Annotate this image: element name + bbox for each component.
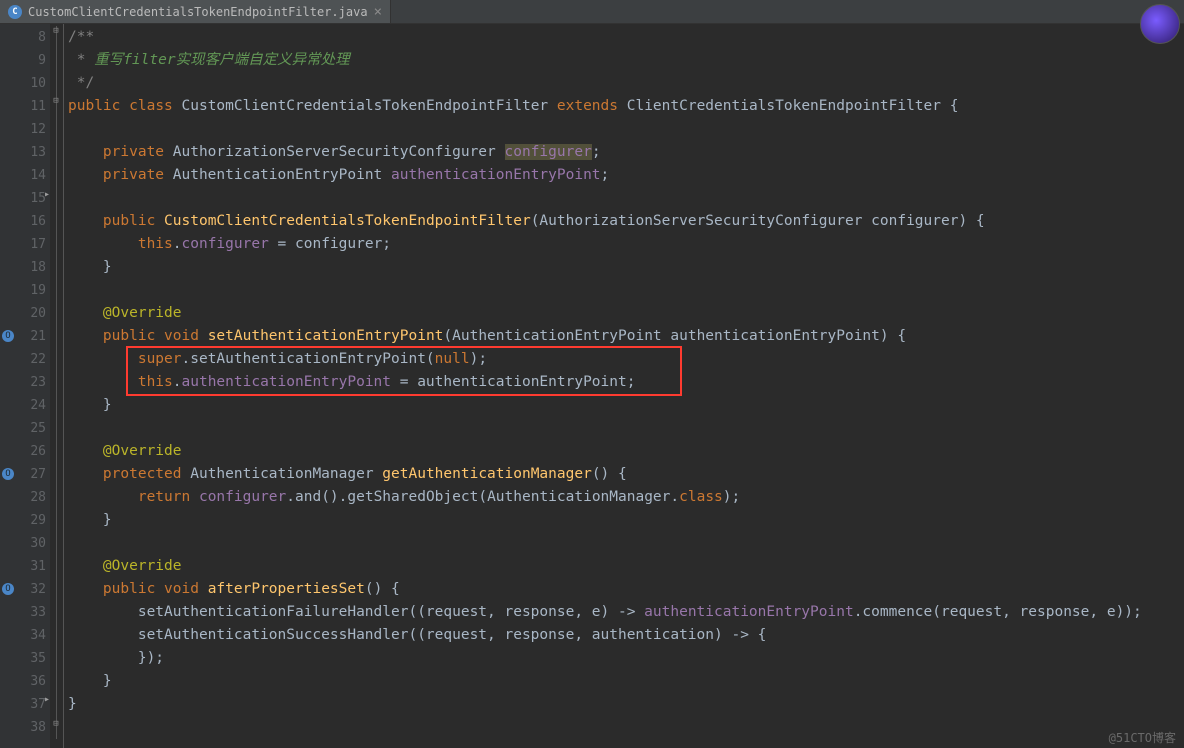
fold-column[interactable]: ⊟ ⊟ ⊟ (50, 24, 64, 748)
line-number: 37 (0, 693, 46, 716)
line-number: 18 (0, 256, 46, 279)
code-line[interactable]: } (64, 693, 1184, 716)
editor-tab[interactable]: C CustomClientCredentialsTokenEndpointFi… (0, 0, 391, 23)
code-line[interactable]: return configurer.and().getSharedObject(… (64, 486, 1184, 509)
override-gutter-icon[interactable]: O (2, 330, 14, 342)
line-number: 14 (0, 164, 46, 187)
line-number: 19 (0, 279, 46, 302)
code-line[interactable]: public void setAuthenticationEntryPoint(… (64, 325, 1184, 348)
override-gutter-icon[interactable]: O (2, 583, 14, 595)
line-number: 38 (0, 716, 46, 739)
java-class-icon: C (8, 5, 22, 19)
code-line[interactable] (64, 716, 1184, 739)
line-number: 33 (0, 601, 46, 624)
code-line[interactable]: public class CustomClientCredentialsToke… (64, 95, 1184, 118)
fold-toggle-icon[interactable]: ⊟ (51, 26, 61, 34)
code-line[interactable]: } (64, 509, 1184, 532)
fold-toggle-icon[interactable]: ⊟ (51, 719, 61, 727)
code-line[interactable]: }); (64, 647, 1184, 670)
line-number: 21O (0, 325, 46, 348)
code-line[interactable]: private AuthorizationServerSecurityConfi… (64, 141, 1184, 164)
tab-filename: CustomClientCredentialsTokenEndpointFilt… (28, 5, 368, 19)
line-number: 12 (0, 118, 46, 141)
code-line[interactable]: @Override (64, 302, 1184, 325)
line-number: 11 (0, 95, 46, 118)
line-number: 28 (0, 486, 46, 509)
line-number: 15 (0, 187, 46, 210)
line-number: 16 (0, 210, 46, 233)
line-number: 22 (0, 348, 46, 371)
code-line[interactable]: protected AuthenticationManager getAuthe… (64, 463, 1184, 486)
line-number: 35 (0, 647, 46, 670)
code-line[interactable] (64, 118, 1184, 141)
code-line[interactable]: this.configurer = configurer; (64, 233, 1184, 256)
line-number: 24 (0, 394, 46, 417)
line-number-gutter[interactable]: 89101112131415161718192021O222324252627O… (0, 24, 50, 748)
code-line[interactable]: private AuthenticationEntryPoint authent… (64, 164, 1184, 187)
line-number: 10 (0, 72, 46, 95)
line-number: 31 (0, 555, 46, 578)
code-line[interactable]: * 重写filter实现客户端自定义异常处理 (64, 49, 1184, 72)
code-line[interactable]: @Override (64, 440, 1184, 463)
line-number: 20 (0, 302, 46, 325)
line-number: 9 (0, 49, 46, 72)
line-number: 25 (0, 417, 46, 440)
gutter-collapse-icon[interactable]: ▸ (44, 694, 50, 705)
code-line[interactable]: setAuthenticationSuccessHandler((request… (64, 624, 1184, 647)
code-line[interactable] (64, 279, 1184, 302)
gutter-collapse-icon[interactable]: ▸ (44, 189, 50, 200)
line-number: 27O (0, 463, 46, 486)
code-line[interactable] (64, 417, 1184, 440)
line-number: 36 (0, 670, 46, 693)
highlight-annotation-box (126, 346, 682, 396)
line-number: 29 (0, 509, 46, 532)
code-line[interactable]: } (64, 394, 1184, 417)
code-line[interactable]: } (64, 670, 1184, 693)
code-line[interactable] (64, 187, 1184, 210)
override-gutter-icon[interactable]: O (2, 468, 14, 480)
line-number: 8 (0, 26, 46, 49)
code-line[interactable]: setAuthenticationFailureHandler((request… (64, 601, 1184, 624)
avatar[interactable] (1140, 4, 1180, 44)
code-line[interactable] (64, 532, 1184, 555)
tab-bar: C CustomClientCredentialsTokenEndpointFi… (0, 0, 1184, 24)
code-line[interactable]: public CustomClientCredentialsTokenEndpo… (64, 210, 1184, 233)
line-number: 34 (0, 624, 46, 647)
code-line[interactable]: } (64, 256, 1184, 279)
line-number: 32O (0, 578, 46, 601)
code-line[interactable]: /** (64, 26, 1184, 49)
editor-area: 89101112131415161718192021O222324252627O… (0, 24, 1184, 748)
close-icon[interactable]: × (374, 4, 382, 20)
code-line[interactable]: public void afterPropertiesSet() { (64, 578, 1184, 601)
fold-toggle-icon[interactable]: ⊟ (51, 96, 61, 104)
line-number: 26 (0, 440, 46, 463)
watermark-label: @51CTO博客 (1109, 729, 1176, 746)
line-number: 30 (0, 532, 46, 555)
line-number: 13 (0, 141, 46, 164)
code-line[interactable]: @Override (64, 555, 1184, 578)
line-number: 23 (0, 371, 46, 394)
code-line[interactable]: */ (64, 72, 1184, 95)
line-number: 17 (0, 233, 46, 256)
